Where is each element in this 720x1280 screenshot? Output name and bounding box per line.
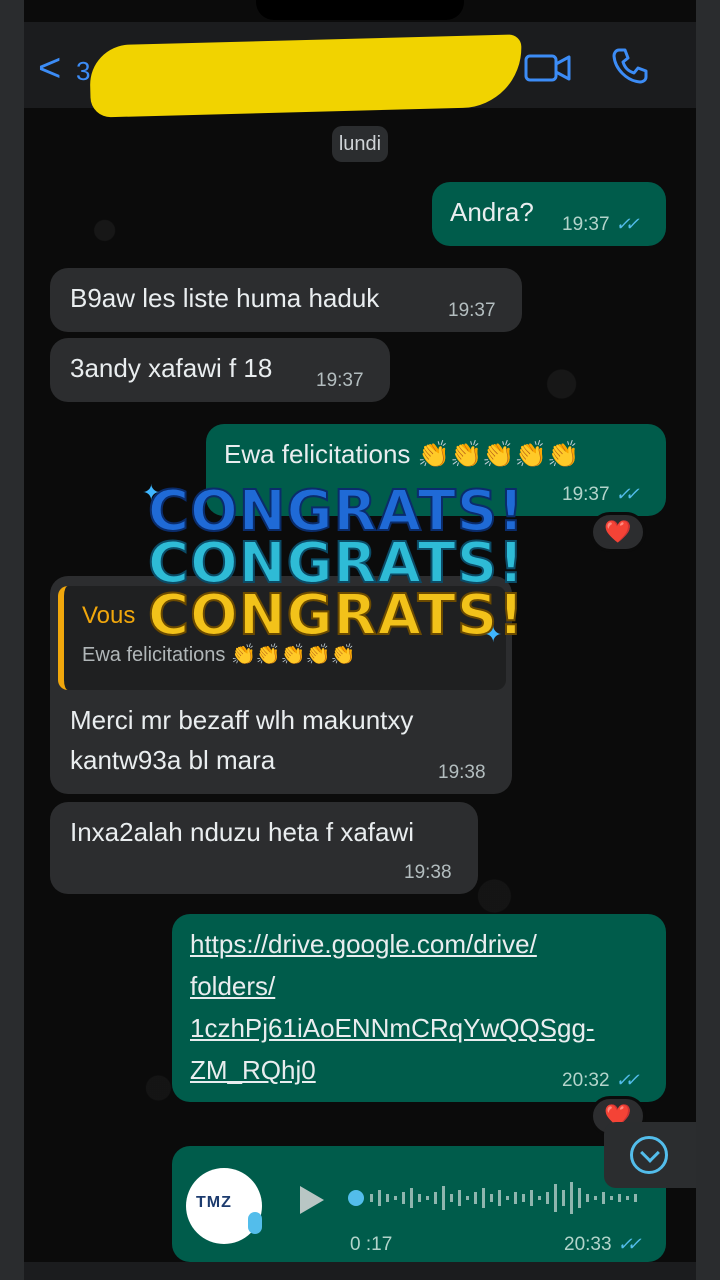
message-text: Andra? <box>450 197 534 227</box>
voice-message-bubble[interactable]: TMZ 0 :17 20:33 ✓✓ <box>172 1146 666 1262</box>
video-camera-icon[interactable] <box>524 52 572 84</box>
message-time: 19:38 <box>404 862 452 883</box>
message-bubble-incoming[interactable]: B9aw les liste huma haduk 19:37 <box>50 268 522 332</box>
message-time: 19:37 ✓✓ <box>562 214 640 235</box>
message-text: Inxa2alah nduzu heta f xafawi <box>70 817 415 847</box>
message-time: 19:37 <box>316 370 364 391</box>
drive-link[interactable]: https://drive.google.com/drive/ <box>190 924 537 964</box>
date-separator: lundi <box>332 126 388 162</box>
read-receipt-icon: ✓✓ <box>615 1070 640 1090</box>
message-bubble-incoming[interactable]: Inxa2alah nduzu heta f xafawi 19:38 <box>50 802 478 894</box>
contact-name[interactable]: 3 <box>76 56 90 87</box>
message-time: 19:37 <box>448 300 496 321</box>
congrats-sticker: CONGRATS! CONGRATS! CONGRATS! <box>147 483 525 648</box>
redaction-mark <box>89 34 523 118</box>
avatar-logo: TMZ <box>196 1194 232 1211</box>
back-button[interactable]: < <box>38 48 61 88</box>
compose-bar[interactable] <box>24 1262 696 1280</box>
read-receipt-icon: ✓✓ <box>615 484 640 504</box>
message-text-line-2: kantw93a bl mara <box>70 745 276 775</box>
audio-waveform[interactable] <box>348 1180 644 1216</box>
message-bubble-outgoing[interactable]: https://drive.google.com/drive/ folders/… <box>172 914 666 1102</box>
message-text-line-1: Merci mr bezaff wlh makuntxy <box>70 705 414 735</box>
message-time: 19:37 ✓✓ <box>562 484 640 505</box>
drive-link[interactable]: ZM_RQhj0 <box>190 1050 316 1090</box>
quote-author: Vous <box>82 602 136 629</box>
reaction-badge[interactable]: ❤️ <box>590 512 646 552</box>
message-text: 3andy xafawi f 18 <box>70 353 273 383</box>
microphone-icon <box>248 1212 262 1234</box>
sparkle-icon: ✦ <box>484 622 503 647</box>
voice-duration: 0 :17 <box>350 1234 393 1255</box>
play-button[interactable] <box>300 1186 324 1214</box>
device-notch <box>256 0 464 20</box>
chevron-down-icon <box>630 1136 668 1174</box>
message-time: 19:38 <box>438 762 486 783</box>
message-text: Ewa felicitations 👏👏👏👏👏 <box>224 439 580 469</box>
message-text: B9aw les liste huma haduk <box>70 283 380 313</box>
message-time: 20:33 ✓✓ <box>564 1234 642 1255</box>
phone-icon[interactable] <box>610 46 650 86</box>
sticker-text: CONGRATS! <box>147 583 525 648</box>
read-receipt-icon: ✓✓ <box>615 214 640 234</box>
sparkle-icon: ✦ <box>142 480 161 505</box>
message-bubble-incoming[interactable]: 3andy xafawi f 18 19:37 <box>50 338 390 402</box>
scroll-to-bottom-button[interactable] <box>604 1122 696 1188</box>
message-bubble-outgoing[interactable]: Andra? 19:37 ✓✓ <box>432 182 666 246</box>
message-time: 20:32 ✓✓ <box>562 1070 640 1091</box>
drive-link[interactable]: folders/ <box>190 966 275 1006</box>
read-receipt-icon: ✓✓ <box>617 1234 642 1254</box>
drive-link[interactable]: 1czhPj61iAoENNmCRqYwQQSgg- <box>190 1008 595 1048</box>
